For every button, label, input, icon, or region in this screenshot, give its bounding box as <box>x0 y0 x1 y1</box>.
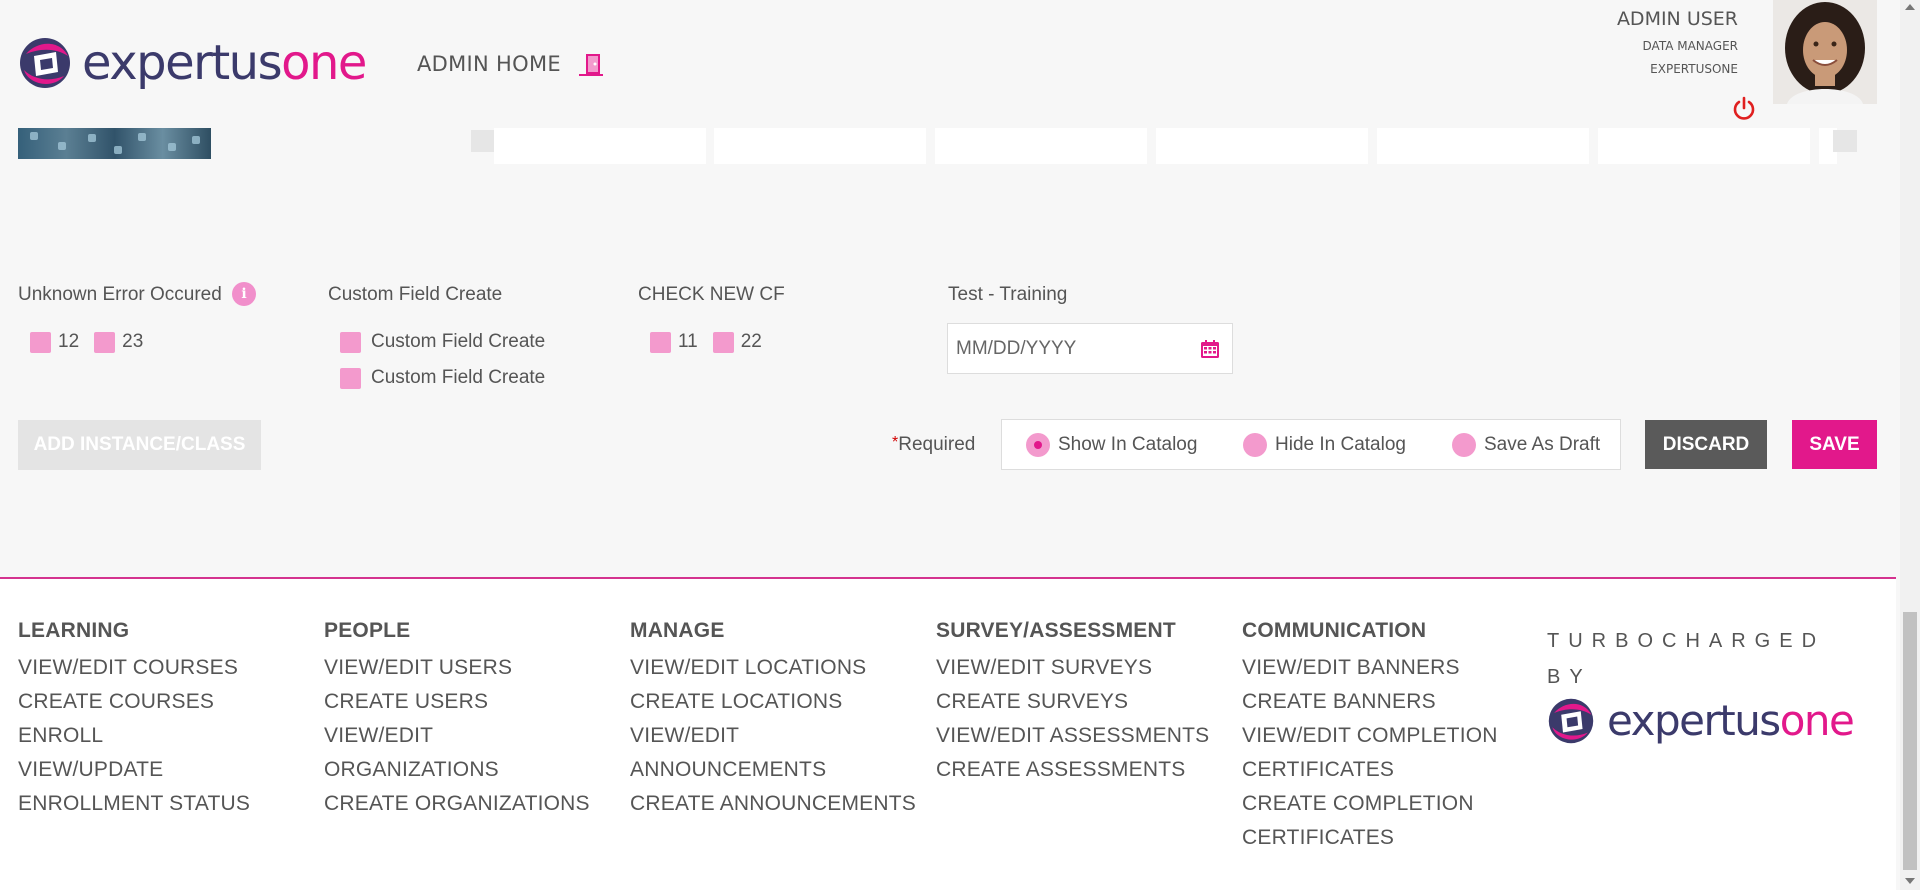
footer-link[interactable]: VIEW/EDIT USERS <box>324 650 590 686</box>
checkbox-group-unknown-error: 12 23 <box>30 331 143 353</box>
required-note: *Required <box>892 434 976 455</box>
user-org: EXPERTUSONE <box>1650 62 1738 76</box>
footer-link[interactable]: VIEW/EDIT <box>630 718 916 754</box>
date-input[interactable] <box>956 337 1196 360</box>
course-thumbnail[interactable] <box>18 128 211 159</box>
checkbox[interactable] <box>340 331 361 353</box>
vertical-scrollbar[interactable] <box>1900 0 1920 890</box>
footer-link[interactable]: CREATE COMPLETION <box>1242 786 1498 822</box>
footer-heading: SURVEY/ASSESSMENT <box>936 619 1176 642</box>
user-info: ADMIN USER DATA MANAGER EXPERTUSONE <box>1617 8 1738 76</box>
carousel-card[interactable] <box>1156 128 1368 164</box>
exit-door-icon[interactable] <box>577 50 605 78</box>
footer-link[interactable]: VIEW/EDIT BANNERS <box>1242 650 1498 686</box>
footer-column-manage: MANAGE VIEW/EDIT LOCATIONS CREATE LOCATI… <box>630 619 916 822</box>
footer-column-learning: LEARNING VIEW/EDIT COURSES CREATE COURSE… <box>18 619 250 822</box>
logo-mark-icon <box>20 38 70 88</box>
logo-mark-icon <box>1548 698 1594 744</box>
checkbox-option[interactable]: Custom Field Create <box>340 367 545 389</box>
footer-column-survey-assessment: SURVEY/ASSESSMENT VIEW/EDIT SURVEYS CREA… <box>936 619 1209 788</box>
footer-link[interactable]: VIEW/EDIT COURSES <box>18 650 250 686</box>
checkbox[interactable] <box>94 331 116 353</box>
radio-hide-in-catalog[interactable]: Hide In Catalog <box>1243 432 1406 457</box>
calendar-icon[interactable] <box>1200 339 1220 359</box>
carousel-prev-button[interactable] <box>471 130 495 152</box>
checkbox-option[interactable]: 22 <box>712 331 762 353</box>
radio-button[interactable] <box>1452 432 1476 457</box>
carousel-card[interactable] <box>1377 128 1589 164</box>
discard-button[interactable]: DISCARD <box>1645 420 1767 469</box>
add-instance-class-button[interactable]: ADD INSTANCE/CLASS <box>18 420 261 470</box>
carousel-next-button[interactable] <box>1833 130 1857 152</box>
carousel-card[interactable] <box>1598 128 1810 164</box>
footer-link[interactable]: VIEW/EDIT LOCATIONS <box>630 650 916 686</box>
footer-link[interactable]: CREATE COURSES <box>18 684 250 720</box>
footer-link[interactable]: CERTIFICATES <box>1242 820 1498 856</box>
footer-link[interactable]: CREATE LOCATIONS <box>630 684 916 720</box>
footer-link[interactable]: CREATE ASSESSMENTS <box>936 752 1209 788</box>
footer-link[interactable]: ANNOUNCEMENTS <box>630 752 916 788</box>
footer-link[interactable]: CREATE ORGANIZATIONS <box>324 786 590 822</box>
radio-show-in-catalog[interactable]: Show In Catalog <box>1026 432 1197 457</box>
header: expertusone ADMIN HOME ADMIN USER DATA M… <box>0 0 1900 128</box>
checkbox-option[interactable]: 11 <box>650 331 698 353</box>
checkbox-group-check-new-cf: 11 22 <box>650 331 762 353</box>
expertusone-logo[interactable]: expertusone <box>18 35 367 91</box>
admin-home-link[interactable]: ADMIN HOME <box>417 52 561 76</box>
info-icon[interactable]: i <box>232 282 256 306</box>
footer-link[interactable]: VIEW/EDIT ASSESSMENTS <box>936 718 1209 754</box>
carousel-card[interactable] <box>494 128 706 164</box>
avatar[interactable] <box>1773 0 1877 104</box>
date-field[interactable] <box>947 323 1233 374</box>
footer-heading: PEOPLE <box>324 619 411 642</box>
footer-logo: expertusone <box>1547 696 1855 745</box>
footer-link[interactable]: VIEW/EDIT SURVEYS <box>936 650 1209 686</box>
scroll-up-arrow-icon[interactable] <box>1905 4 1915 10</box>
avatar-image <box>1773 0 1877 104</box>
footer-link[interactable]: VIEW/UPDATE <box>18 752 250 788</box>
footer-column-communication: COMMUNICATION VIEW/EDIT BANNERS CREATE B… <box>1242 619 1498 856</box>
carousel-card[interactable] <box>935 128 1147 164</box>
footer-heading: COMMUNICATION <box>1242 619 1427 642</box>
field-label-unknown-error: Unknown Error Occured <box>18 284 222 305</box>
scroll-thumb[interactable] <box>1903 612 1917 870</box>
power-icon[interactable] <box>1731 95 1757 121</box>
radio-button[interactable] <box>1026 432 1050 457</box>
footer-link[interactable]: VIEW/EDIT <box>324 718 590 754</box>
footer-link[interactable]: CREATE ANNOUNCEMENTS <box>630 786 916 822</box>
checkbox[interactable] <box>340 367 361 389</box>
checkbox-option[interactable]: 23 <box>94 331 143 353</box>
checkbox[interactable] <box>30 331 51 353</box>
carousel-card[interactable] <box>714 128 926 164</box>
user-name: ADMIN USER <box>1616 8 1738 30</box>
footer-link[interactable]: CREATE USERS <box>324 684 590 720</box>
checkbox-option[interactable]: 12 <box>30 331 79 353</box>
checkbox[interactable] <box>712 331 734 353</box>
footer-link[interactable]: VIEW/EDIT COMPLETION <box>1242 718 1498 754</box>
logo-text: expertusone <box>1607 696 1855 745</box>
footer-link[interactable]: ENROLL <box>18 718 250 754</box>
footer-link[interactable]: ENROLLMENT STATUS <box>18 786 250 822</box>
footer-link[interactable]: ORGANIZATIONS <box>324 752 590 788</box>
save-button[interactable]: SAVE <box>1792 420 1877 469</box>
footer-link[interactable]: CERTIFICATES <box>1242 752 1498 788</box>
footer-link[interactable]: CREATE SURVEYS <box>936 684 1209 720</box>
footer-heading: LEARNING <box>18 619 130 642</box>
catalog-visibility-group: Show In Catalog Hide In Catalog Save As … <box>1001 419 1621 470</box>
logo-text: expertusone <box>82 35 367 91</box>
user-role: DATA MANAGER <box>1642 39 1738 53</box>
checkbox[interactable] <box>650 331 671 353</box>
footer: LEARNING VIEW/EDIT COURSES CREATE COURSE… <box>0 577 1896 890</box>
scroll-down-arrow-icon[interactable] <box>1905 878 1915 884</box>
radio-save-as-draft[interactable]: Save As Draft <box>1452 432 1600 457</box>
field-label-check-new-cf: CHECK NEW CF <box>638 284 785 305</box>
footer-link[interactable]: CREATE BANNERS <box>1242 684 1498 720</box>
footer-column-people: PEOPLE VIEW/EDIT USERS CREATE USERS VIEW… <box>324 619 590 822</box>
radio-button[interactable] <box>1243 432 1267 457</box>
field-label-test-training: Test - Training <box>948 284 1068 305</box>
footer-heading: MANAGE <box>630 619 725 642</box>
field-label-custom-field: Custom Field Create <box>328 284 503 305</box>
checkbox-option[interactable]: Custom Field Create <box>340 331 545 353</box>
turbocharged-by-text: TURBOCHARGED BY <box>1547 630 1826 688</box>
